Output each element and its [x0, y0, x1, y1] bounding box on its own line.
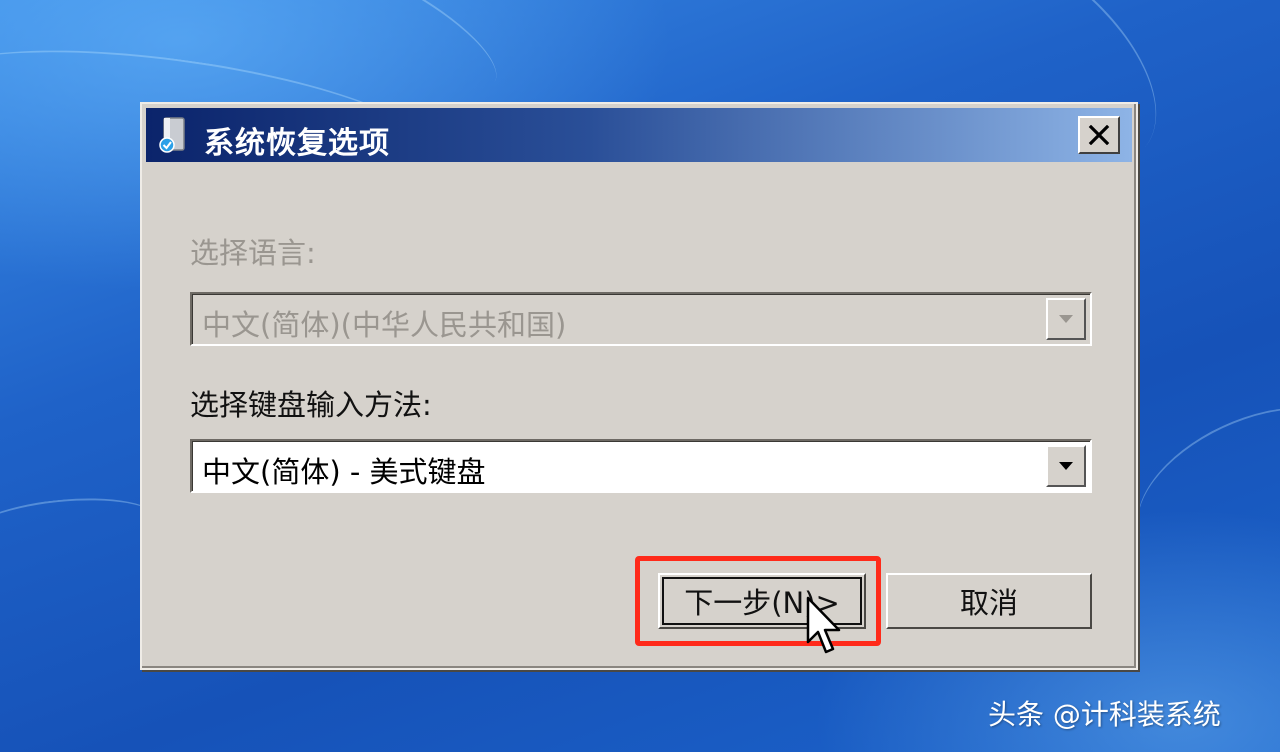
cancel-button[interactable]: 取消 [886, 573, 1092, 629]
watermark-text: 头条 @计科装系统 [988, 698, 1221, 731]
language-select-value: 中文(简体)(中华人民共和国) [202, 308, 567, 342]
recovery-disk-icon [159, 117, 185, 153]
wallpaper-streak [0, 489, 163, 573]
keyboard-select-value: 中文(简体) - 美式键盘 [202, 455, 486, 489]
wallpaper-streak [1113, 375, 1280, 597]
chevron-down-icon [1059, 315, 1073, 323]
close-icon [1088, 125, 1110, 145]
mouse-cursor-icon [806, 596, 841, 654]
keyboard-dropdown-button[interactable] [1046, 445, 1086, 487]
chevron-down-icon [1059, 462, 1073, 470]
close-button[interactable] [1078, 116, 1120, 154]
dialog-title: 系统恢复选项 [204, 126, 390, 161]
keyboard-label: 选择键盘输入方法: [190, 388, 432, 422]
language-label: 选择语言: [190, 236, 316, 270]
language-select[interactable]: 中文(简体)(中华人民共和国) [190, 292, 1092, 346]
dialog-titlebar[interactable]: 系统恢复选项 [146, 108, 1132, 162]
language-dropdown-button[interactable] [1046, 298, 1086, 340]
keyboard-select[interactable]: 中文(简体) - 美式键盘 [190, 439, 1092, 493]
